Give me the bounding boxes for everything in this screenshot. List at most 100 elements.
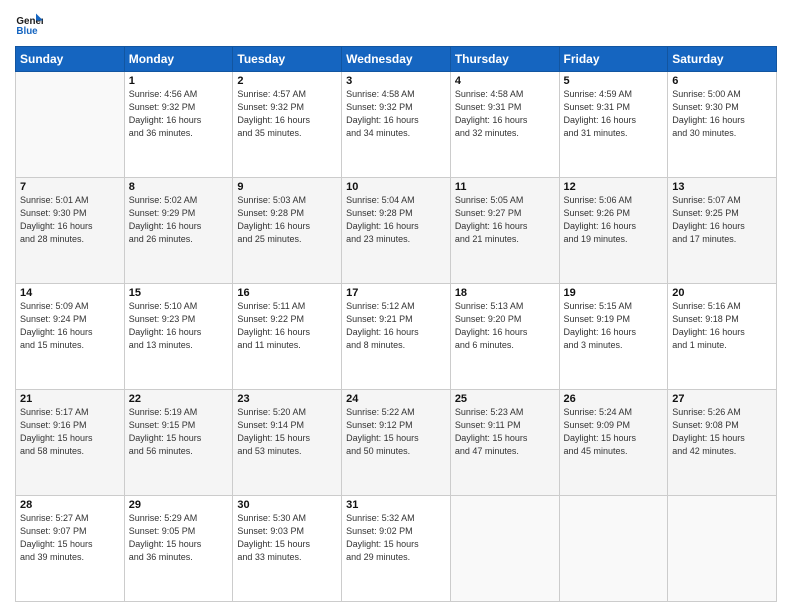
day-info: Sunrise: 4:58 AM Sunset: 9:32 PM Dayligh… [346,88,446,140]
day-number: 13 [672,181,772,193]
calendar-cell: 5Sunrise: 4:59 AM Sunset: 9:31 PM Daylig… [559,72,668,178]
weekday-header-row: SundayMondayTuesdayWednesdayThursdayFrid… [16,47,777,72]
day-info: Sunrise: 4:56 AM Sunset: 9:32 PM Dayligh… [129,88,229,140]
day-info: Sunrise: 5:16 AM Sunset: 9:18 PM Dayligh… [672,300,772,352]
day-info: Sunrise: 4:57 AM Sunset: 9:32 PM Dayligh… [237,88,337,140]
day-number: 5 [564,75,664,87]
calendar-cell [668,496,777,602]
calendar-cell: 2Sunrise: 4:57 AM Sunset: 9:32 PM Daylig… [233,72,342,178]
day-info: Sunrise: 5:23 AM Sunset: 9:11 PM Dayligh… [455,406,555,458]
weekday-header-tuesday: Tuesday [233,47,342,72]
day-info: Sunrise: 5:13 AM Sunset: 9:20 PM Dayligh… [455,300,555,352]
calendar-cell: 21Sunrise: 5:17 AM Sunset: 9:16 PM Dayli… [16,390,125,496]
calendar-week-row-5: 28Sunrise: 5:27 AM Sunset: 9:07 PM Dayli… [16,496,777,602]
day-number: 25 [455,393,555,405]
day-info: Sunrise: 5:06 AM Sunset: 9:26 PM Dayligh… [564,194,664,246]
day-info: Sunrise: 5:10 AM Sunset: 9:23 PM Dayligh… [129,300,229,352]
calendar-cell: 1Sunrise: 4:56 AM Sunset: 9:32 PM Daylig… [124,72,233,178]
day-number: 8 [129,181,229,193]
weekday-header-sunday: Sunday [16,47,125,72]
calendar-cell: 23Sunrise: 5:20 AM Sunset: 9:14 PM Dayli… [233,390,342,496]
day-number: 27 [672,393,772,405]
day-info: Sunrise: 5:03 AM Sunset: 9:28 PM Dayligh… [237,194,337,246]
day-number: 16 [237,287,337,299]
calendar-cell: 6Sunrise: 5:00 AM Sunset: 9:30 PM Daylig… [668,72,777,178]
calendar-cell: 11Sunrise: 5:05 AM Sunset: 9:27 PM Dayli… [450,178,559,284]
calendar-cell: 29Sunrise: 5:29 AM Sunset: 9:05 PM Dayli… [124,496,233,602]
calendar-cell: 26Sunrise: 5:24 AM Sunset: 9:09 PM Dayli… [559,390,668,496]
day-number: 29 [129,499,229,511]
day-number: 21 [20,393,120,405]
weekday-header-wednesday: Wednesday [342,47,451,72]
day-info: Sunrise: 5:12 AM Sunset: 9:21 PM Dayligh… [346,300,446,352]
calendar-week-row-4: 21Sunrise: 5:17 AM Sunset: 9:16 PM Dayli… [16,390,777,496]
calendar-cell: 8Sunrise: 5:02 AM Sunset: 9:29 PM Daylig… [124,178,233,284]
day-number: 17 [346,287,446,299]
day-info: Sunrise: 5:22 AM Sunset: 9:12 PM Dayligh… [346,406,446,458]
day-info: Sunrise: 5:02 AM Sunset: 9:29 PM Dayligh… [129,194,229,246]
day-number: 14 [20,287,120,299]
day-number: 12 [564,181,664,193]
day-info: Sunrise: 5:30 AM Sunset: 9:03 PM Dayligh… [237,512,337,564]
day-number: 7 [20,181,120,193]
day-number: 22 [129,393,229,405]
day-number: 6 [672,75,772,87]
calendar-cell: 31Sunrise: 5:32 AM Sunset: 9:02 PM Dayli… [342,496,451,602]
weekday-header-monday: Monday [124,47,233,72]
logo: General Blue [15,10,43,38]
header: General Blue [15,10,777,38]
day-number: 28 [20,499,120,511]
calendar-cell: 10Sunrise: 5:04 AM Sunset: 9:28 PM Dayli… [342,178,451,284]
day-info: Sunrise: 5:19 AM Sunset: 9:15 PM Dayligh… [129,406,229,458]
calendar-cell: 24Sunrise: 5:22 AM Sunset: 9:12 PM Dayli… [342,390,451,496]
calendar-cell [16,72,125,178]
day-info: Sunrise: 4:59 AM Sunset: 9:31 PM Dayligh… [564,88,664,140]
day-number: 26 [564,393,664,405]
calendar-cell: 4Sunrise: 4:58 AM Sunset: 9:31 PM Daylig… [450,72,559,178]
calendar-cell [450,496,559,602]
day-info: Sunrise: 5:00 AM Sunset: 9:30 PM Dayligh… [672,88,772,140]
day-number: 31 [346,499,446,511]
day-number: 11 [455,181,555,193]
calendar-cell: 17Sunrise: 5:12 AM Sunset: 9:21 PM Dayli… [342,284,451,390]
day-info: Sunrise: 5:27 AM Sunset: 9:07 PM Dayligh… [20,512,120,564]
day-number: 9 [237,181,337,193]
calendar-cell: 20Sunrise: 5:16 AM Sunset: 9:18 PM Dayli… [668,284,777,390]
calendar-cell: 14Sunrise: 5:09 AM Sunset: 9:24 PM Dayli… [16,284,125,390]
calendar-cell: 3Sunrise: 4:58 AM Sunset: 9:32 PM Daylig… [342,72,451,178]
day-number: 1 [129,75,229,87]
day-info: Sunrise: 5:17 AM Sunset: 9:16 PM Dayligh… [20,406,120,458]
calendar-week-row-3: 14Sunrise: 5:09 AM Sunset: 9:24 PM Dayli… [16,284,777,390]
day-number: 20 [672,287,772,299]
calendar-cell [559,496,668,602]
day-info: Sunrise: 5:29 AM Sunset: 9:05 PM Dayligh… [129,512,229,564]
day-number: 23 [237,393,337,405]
calendar-cell: 7Sunrise: 5:01 AM Sunset: 9:30 PM Daylig… [16,178,125,284]
day-info: Sunrise: 5:09 AM Sunset: 9:24 PM Dayligh… [20,300,120,352]
weekday-header-friday: Friday [559,47,668,72]
day-info: Sunrise: 5:20 AM Sunset: 9:14 PM Dayligh… [237,406,337,458]
logo-icon: General Blue [15,10,43,38]
calendar-cell: 15Sunrise: 5:10 AM Sunset: 9:23 PM Dayli… [124,284,233,390]
day-info: Sunrise: 4:58 AM Sunset: 9:31 PM Dayligh… [455,88,555,140]
day-number: 19 [564,287,664,299]
weekday-header-saturday: Saturday [668,47,777,72]
calendar-cell: 27Sunrise: 5:26 AM Sunset: 9:08 PM Dayli… [668,390,777,496]
page: General Blue SundayMondayTuesdayWednesda… [0,0,792,612]
day-info: Sunrise: 5:32 AM Sunset: 9:02 PM Dayligh… [346,512,446,564]
calendar-cell: 19Sunrise: 5:15 AM Sunset: 9:19 PM Dayli… [559,284,668,390]
calendar-cell: 28Sunrise: 5:27 AM Sunset: 9:07 PM Dayli… [16,496,125,602]
calendar-cell: 18Sunrise: 5:13 AM Sunset: 9:20 PM Dayli… [450,284,559,390]
calendar-cell: 12Sunrise: 5:06 AM Sunset: 9:26 PM Dayli… [559,178,668,284]
day-info: Sunrise: 5:15 AM Sunset: 9:19 PM Dayligh… [564,300,664,352]
day-number: 2 [237,75,337,87]
day-number: 24 [346,393,446,405]
calendar-week-row-2: 7Sunrise: 5:01 AM Sunset: 9:30 PM Daylig… [16,178,777,284]
calendar-cell: 25Sunrise: 5:23 AM Sunset: 9:11 PM Dayli… [450,390,559,496]
calendar-cell: 16Sunrise: 5:11 AM Sunset: 9:22 PM Dayli… [233,284,342,390]
day-info: Sunrise: 5:04 AM Sunset: 9:28 PM Dayligh… [346,194,446,246]
day-number: 3 [346,75,446,87]
calendar-cell: 30Sunrise: 5:30 AM Sunset: 9:03 PM Dayli… [233,496,342,602]
day-info: Sunrise: 5:05 AM Sunset: 9:27 PM Dayligh… [455,194,555,246]
day-number: 10 [346,181,446,193]
